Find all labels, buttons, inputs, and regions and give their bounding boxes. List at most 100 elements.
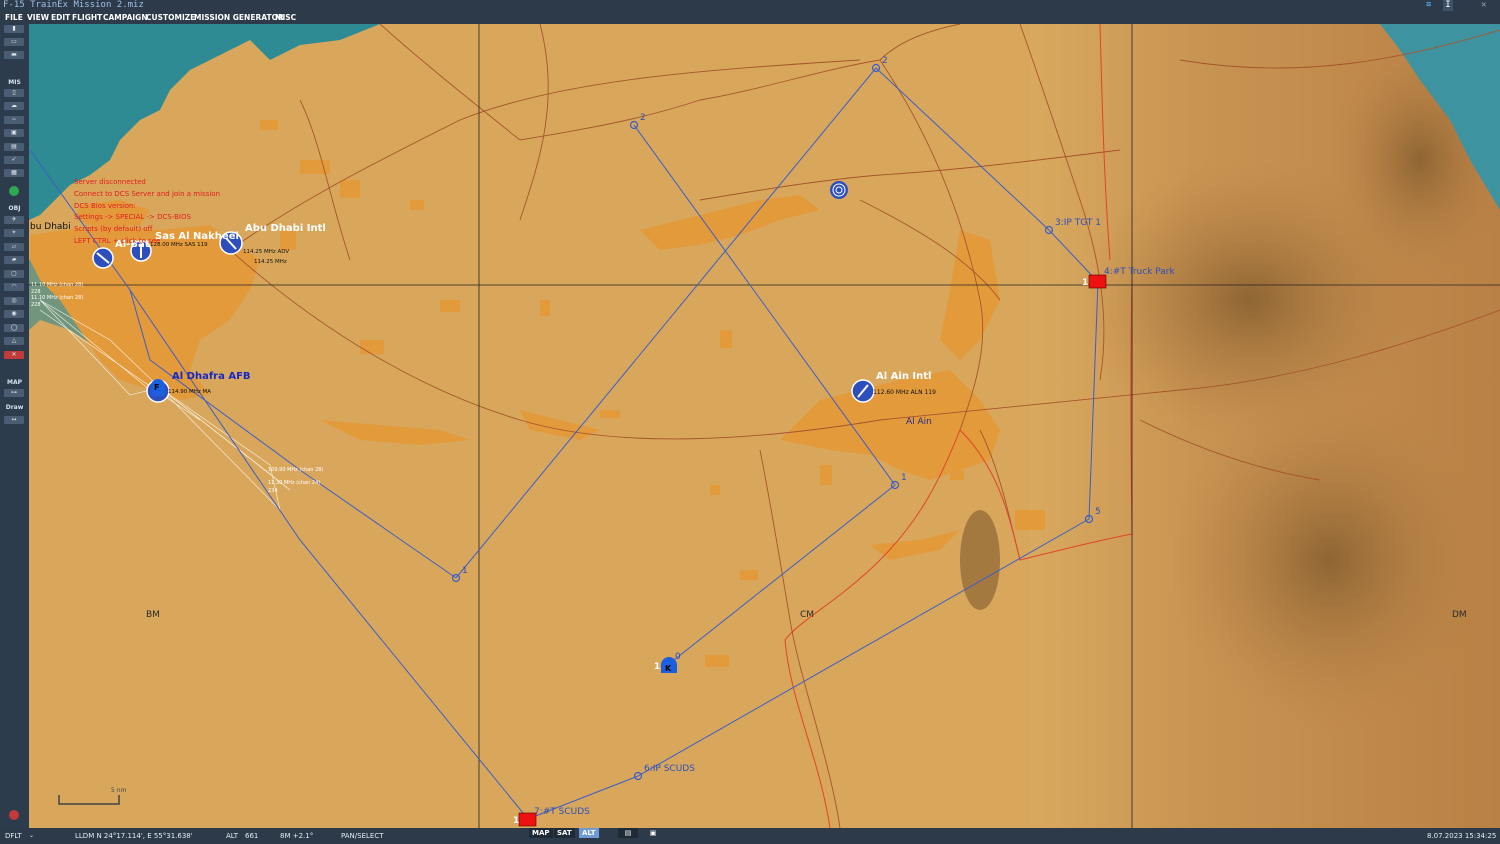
settings-icon[interactable]: ▣	[646, 828, 660, 838]
template-button[interactable]: △	[4, 337, 24, 345]
date-time: 8.07.2023 15:34:25	[1427, 832, 1497, 840]
ils-label: 234	[268, 488, 278, 494]
airbase-freq: 114.25 MHz ADV	[243, 249, 289, 255]
trash-button[interactable]: ▯	[4, 89, 24, 97]
airbase-name-al-ain[interactable]: Al Ain Intl	[876, 371, 931, 382]
delete-button[interactable]: ✕	[4, 351, 24, 359]
section-obj: OBJ	[8, 205, 21, 212]
target-truck-park[interactable]	[1088, 274, 1107, 289]
menu-file[interactable]: FILE	[5, 11, 23, 24]
overlay-message: Server disconnected	[74, 178, 146, 186]
trigger-zone-button[interactable]: ◠	[4, 283, 24, 291]
ridge-shade	[960, 510, 1000, 610]
zone-button[interactable]: ▣	[4, 129, 24, 137]
mode-readout: PAN/SELECT	[341, 832, 384, 840]
waypoint-label[interactable]: 7:#T SCUDS	[534, 807, 590, 817]
scale-label: 5 nm	[111, 787, 127, 794]
waypoint-label[interactable]: 2	[882, 56, 888, 66]
alt-view-button[interactable]: ALT	[579, 828, 599, 838]
airbase-name-abu-dhabi[interactable]: Abu Dhabi Intl	[245, 223, 326, 234]
menu-bar: FILE VIEW EDIT FLIGHT CAMPAIGN CUSTOMIZE…	[0, 11, 1500, 24]
target-scuds[interactable]	[518, 812, 537, 827]
unit-letter: F	[154, 383, 159, 392]
bearing-readout: 8M +2.1°	[280, 832, 314, 840]
menu-view[interactable]: VIEW	[27, 11, 49, 24]
ship-button[interactable]: ▱	[4, 243, 24, 251]
record-icon[interactable]	[9, 810, 19, 820]
chevron-down-icon[interactable]: ⌄	[29, 828, 34, 844]
map-canvas[interactable]: BM CM DM 2 2 3:IP TGT 1 4:#T Truck Park …	[29, 24, 1500, 828]
menu-customize[interactable]: CUSTOMIZE	[146, 11, 195, 24]
overlay-message: Scripts (by default) off	[74, 225, 153, 233]
title-bar: F-15 TrainEx Mission 2.miz ≋ I ✕	[0, 0, 1500, 11]
aircraft-button[interactable]: ✈	[4, 216, 24, 224]
static-button[interactable]: ▢	[4, 270, 24, 278]
menu-flight[interactable]: FLIGHT	[72, 11, 102, 24]
alt-label: ALT	[226, 832, 239, 840]
group-count: 1	[513, 816, 519, 826]
layers-icon[interactable]: ▤	[618, 828, 638, 838]
waypoint-label[interactable]: 2	[640, 113, 646, 123]
town-abu-dhabi: bu Dhabi	[30, 222, 71, 232]
group-count: 1	[654, 662, 660, 672]
section-map: MAP	[6, 379, 22, 386]
menu-edit[interactable]: EDIT	[51, 11, 70, 24]
airbase-freq: 114.25 MHz	[254, 259, 287, 265]
briefing-button[interactable]: ▤	[4, 143, 24, 151]
airbase-name-sas-al-nakheel[interactable]: Sas Al Nakheel	[155, 231, 239, 242]
overlay-message: DCS Bios version:	[74, 202, 136, 210]
target-button[interactable]: ◉	[4, 310, 24, 318]
new-mission-button[interactable]: ▮	[4, 25, 24, 33]
ils-label: 109.90 MHz (chan 28)	[268, 467, 323, 473]
cursor-coordinates: LLDM N 24°17.114', E 55°31.638'	[75, 832, 193, 840]
alt-value: 661	[245, 832, 259, 840]
beacon-icon[interactable]	[830, 181, 848, 199]
info-icon[interactable]: I	[1443, 0, 1453, 11]
waypoint-label[interactable]: 4:#T Truck Park	[1104, 267, 1175, 277]
waypoint-label[interactable]: 1	[901, 473, 907, 483]
route-button[interactable]: ~	[4, 116, 24, 124]
airbase-freq: 112.60 MHz ALN 119	[873, 389, 936, 396]
profile-select[interactable]: DFLT	[5, 828, 22, 844]
tacan-label: 11.10 MHz (chan 28)	[31, 282, 83, 288]
waypoint-label[interactable]: 5	[1095, 507, 1101, 517]
tool-sidebar: ▮ ▭ ▬ MIS ▯ ☁ ~ ▣ ▤ ✓ ▦ OBJ ✈ ⌖ ▱ ▰ ▢ ◠ …	[0, 24, 29, 828]
waypoint-label[interactable]: 3:IP TGT 1	[1055, 218, 1101, 228]
save-mission-button[interactable]: ▬	[4, 51, 24, 59]
grid-label-bm: BM	[146, 610, 160, 620]
overlay-message: Connect to DCS Server and join a mission	[74, 190, 220, 198]
waypoint-label[interactable]: 0	[675, 652, 681, 662]
options-button[interactable]: ▦	[4, 169, 24, 177]
section-draw[interactable]: Draw	[0, 404, 29, 411]
section-mis: MIS	[8, 79, 21, 86]
vehicle-button[interactable]: ▰	[4, 256, 24, 264]
waypoint-label[interactable]: 6:IP SCUDS	[644, 764, 695, 774]
town-al-ain: Al Ain	[906, 417, 932, 427]
menu-mission-generator[interactable]: MISSION GENERATOR	[194, 11, 284, 24]
airbase-icon[interactable]	[851, 379, 875, 403]
check-button[interactable]: ✓	[4, 156, 24, 164]
sat-view-button[interactable]: SAT	[554, 828, 575, 838]
airbase-icon[interactable]	[92, 247, 114, 269]
airbase-freq: 114.90 MHz MA	[168, 389, 211, 395]
menu-campaign[interactable]: CAMPAIGN	[103, 11, 148, 24]
ruler-button[interactable]: ⊶	[4, 389, 24, 397]
weather-button[interactable]: ☁	[4, 102, 24, 110]
menu-misc[interactable]: MISC	[275, 11, 296, 24]
mountain-shade	[1170, 390, 1490, 730]
group-count: 1	[1082, 278, 1088, 288]
unit-letter: K	[665, 664, 672, 673]
tacan-button[interactable]: ◎	[4, 297, 24, 305]
helicopter-button[interactable]: ⌖	[4, 229, 24, 237]
waypoint-label[interactable]: 1	[462, 566, 468, 576]
nav-point-button[interactable]: ◯	[4, 324, 24, 332]
overlay-message: LEFT CTRL + click to see	[74, 237, 160, 245]
measure-button[interactable]: ↔	[4, 416, 24, 424]
wifi-icon[interactable]: ≋	[1426, 0, 1431, 11]
open-mission-button[interactable]: ▭	[4, 38, 24, 46]
close-icon[interactable]: ✕	[1481, 0, 1486, 11]
airbase-name-al-dhafra[interactable]: Al Dhafra AFB	[172, 371, 251, 382]
overlay-message: Settings -> SPECIAL -> DCS-BIOS	[74, 213, 191, 221]
map-view-button[interactable]: MAP	[529, 828, 553, 838]
status-bar: DFLT ⌄ LLDM N 24°17.114', E 55°31.638' A…	[0, 828, 1500, 844]
